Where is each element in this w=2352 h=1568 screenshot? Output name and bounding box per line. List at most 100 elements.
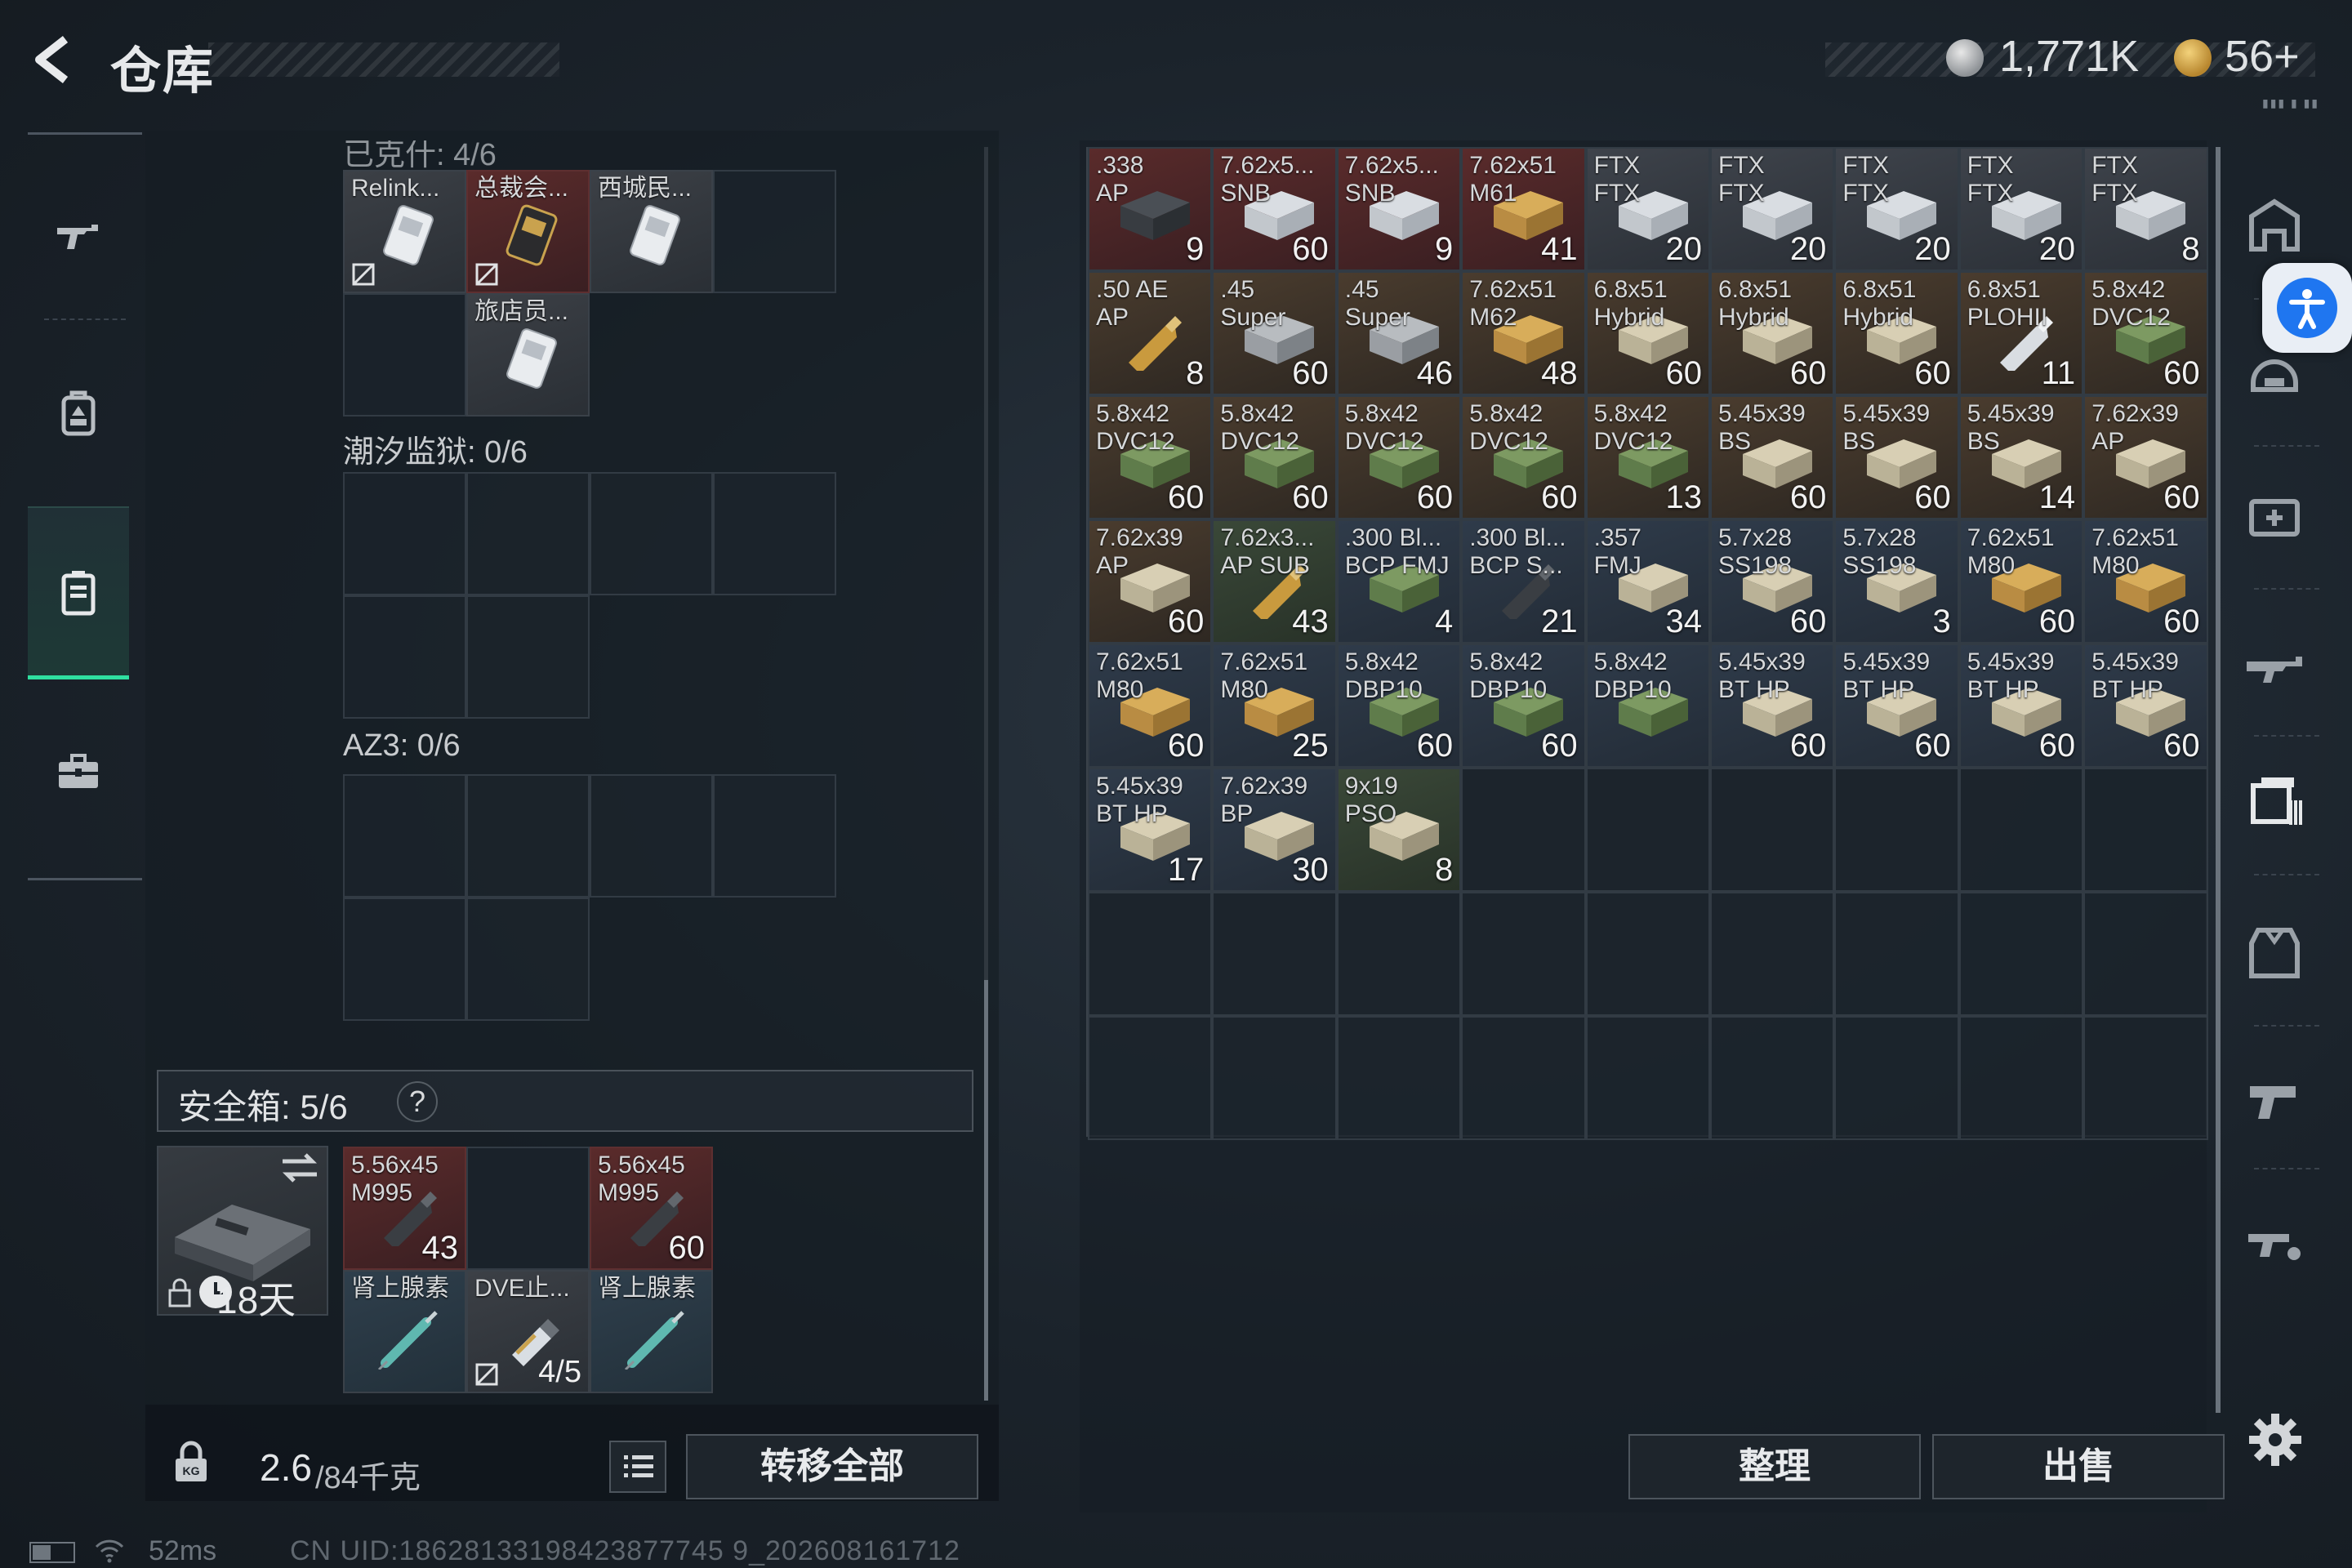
empty-slot[interactable] [1336, 1016, 1462, 1140]
empty-slot[interactable] [590, 774, 713, 898]
stash-item[interactable]: FTX FTX 20 [1834, 147, 1959, 271]
empty-slot[interactable] [466, 898, 590, 1021]
empty-slot[interactable] [1834, 1016, 1959, 1140]
empty-slot[interactable] [1212, 1016, 1337, 1140]
stash-item[interactable]: .300 Bl... BCP S... 21 [1461, 519, 1586, 644]
empty-slot[interactable] [466, 472, 590, 595]
sell-button[interactable]: 出售 [1932, 1434, 2225, 1499]
safe-box-item[interactable]: 5.56x45 M995 43 [343, 1147, 466, 1270]
stash-item[interactable]: 7.62x39 BP 30 [1212, 768, 1337, 892]
stash-item[interactable]: 5.8x42 DBP10 [1585, 644, 1710, 768]
safe-box-item[interactable]: 肾上腺素 [590, 1270, 713, 1393]
stash-item[interactable]: 6.8x51 Hybrid 60 [1710, 271, 1835, 395]
empty-slot[interactable] [1336, 892, 1462, 1016]
empty-slot[interactable] [343, 472, 466, 595]
ammo-icon[interactable] [2230, 739, 2319, 862]
stash-item[interactable]: .45 Super 46 [1336, 271, 1462, 395]
empty-slot[interactable] [1958, 1016, 2084, 1140]
stash-item[interactable]: 5.45x39 BT HP 60 [1958, 644, 2084, 768]
gun-parts-icon[interactable] [2230, 1176, 2319, 1298]
stash-scrollbar[interactable] [2216, 147, 2221, 1413]
stash-item[interactable]: 5.45x39 BT HP 60 [2083, 644, 2208, 768]
empty-slot[interactable] [713, 170, 836, 293]
safe-box-item[interactable]: 肾上腺素 [343, 1270, 466, 1393]
empty-slot[interactable] [1088, 892, 1213, 1016]
stash-item[interactable]: 9x19 PSO 8 [1336, 768, 1462, 892]
stash-item[interactable]: 6.8x51 Hybrid 60 [1585, 271, 1710, 395]
empty-slot[interactable] [1585, 892, 1710, 1016]
back-arrow-icon[interactable] [24, 31, 82, 88]
medkit-icon[interactable] [2230, 453, 2319, 576]
stash-item[interactable]: 6.8x51 PLOHII 11 [1958, 271, 2084, 395]
container-scroll-thumb[interactable] [984, 980, 988, 1401]
empty-slot[interactable] [1710, 1016, 1835, 1140]
stash-item[interactable]: 5.8x42 DVC12 60 [1212, 395, 1337, 519]
empty-slot[interactable] [2083, 1016, 2208, 1140]
empty-slot[interactable] [1834, 768, 1959, 892]
empty-slot[interactable] [1958, 892, 2084, 1016]
weapon-icon[interactable] [28, 151, 129, 314]
backpack-gear-icon[interactable] [28, 331, 129, 494]
empty-slot[interactable] [713, 774, 836, 898]
stash-item[interactable]: 7.62x5... SNB 60 [1212, 147, 1337, 271]
keycard-slot[interactable]: 总裁会... [466, 170, 590, 293]
empty-slot[interactable] [1585, 1016, 1710, 1140]
empty-slot[interactable] [1461, 768, 1586, 892]
empty-slot[interactable] [1958, 768, 2084, 892]
keycard-slot[interactable]: Relink... [343, 170, 466, 293]
stash-item[interactable]: 5.8x42 DVC12 60 [1088, 395, 1213, 519]
stash-item[interactable]: .300 Bl... BCP FMJ 4 [1336, 519, 1462, 644]
empty-slot[interactable] [590, 472, 713, 595]
stash-item[interactable]: 5.45x39 BS 14 [1958, 395, 2084, 519]
empty-slot[interactable] [1461, 1016, 1586, 1140]
stash-item[interactable]: 5.45x39 BS 60 [1710, 395, 1835, 519]
backpack-icon[interactable] [28, 506, 129, 679]
stash-item[interactable]: 5.45x39 BS 60 [1834, 395, 1959, 519]
empty-slot[interactable] [466, 595, 590, 719]
stash-item[interactable]: 5.7x28 SS198 60 [1710, 519, 1835, 644]
stash-item[interactable]: FTX FTX 20 [1958, 147, 2084, 271]
empty-slot[interactable] [2083, 768, 2208, 892]
stash-item[interactable]: 7.62x51 M61 41 [1461, 147, 1586, 271]
stash-item[interactable]: 7.62x51 M80 60 [1088, 644, 1213, 768]
stash-item[interactable]: 7.62x39 AP 60 [1088, 519, 1213, 644]
stash-item[interactable]: 5.8x42 DBP10 60 [1336, 644, 1462, 768]
stash-item[interactable]: 7.62x51 M80 25 [1212, 644, 1337, 768]
empty-slot[interactable] [343, 774, 466, 898]
stash-item[interactable]: 5.8x42 DVC12 60 [1336, 395, 1462, 519]
stash-item[interactable]: .357 FMJ 34 [1585, 519, 1710, 644]
stash-item[interactable]: 5.8x42 DVC12 60 [1461, 395, 1586, 519]
empty-slot[interactable] [1212, 892, 1337, 1016]
empty-slot[interactable] [1710, 768, 1835, 892]
stash-item[interactable]: 5.7x28 SS198 3 [1834, 519, 1959, 644]
empty-slot[interactable] [343, 595, 466, 719]
stash-item[interactable]: 5.8x42 DVC12 60 [2083, 271, 2208, 395]
list-view-button[interactable] [609, 1441, 666, 1493]
stash-item[interactable]: 5.45x39 BT HP 60 [1834, 644, 1959, 768]
rifle-icon[interactable] [2230, 600, 2319, 723]
empty-slot[interactable] [1710, 892, 1835, 1016]
stash-item[interactable]: 7.62x51 M80 60 [2083, 519, 2208, 644]
empty-slot[interactable] [1461, 892, 1586, 1016]
help-icon[interactable]: ? [397, 1081, 438, 1122]
sort-button[interactable]: 整理 [1628, 1434, 1921, 1499]
empty-slot[interactable] [1088, 1016, 1213, 1140]
safe-box-item[interactable]: 5.56x45 M995 60 [590, 1147, 713, 1270]
stash-item[interactable]: 7.62x51 M62 48 [1461, 271, 1586, 395]
empty-slot[interactable] [1585, 768, 1710, 892]
keycard-slot[interactable]: 旅店员... [466, 293, 590, 416]
stash-item[interactable]: 7.62x5... SNB 9 [1336, 147, 1462, 271]
empty-slot[interactable] [466, 1147, 590, 1270]
stash-item[interactable]: 5.8x42 DBP10 60 [1461, 644, 1586, 768]
toolbox-icon[interactable] [28, 690, 129, 853]
stash-item[interactable]: .50 AE AP 8 [1088, 271, 1213, 395]
empty-slot[interactable] [343, 898, 466, 1021]
swap-icon[interactable] [279, 1150, 320, 1186]
stash-item[interactable]: 7.62x3... AP SUB 43 [1212, 519, 1337, 644]
stash-item[interactable]: 7.62x39 AP 60 [2083, 395, 2208, 519]
empty-slot[interactable] [713, 472, 836, 595]
stash-item[interactable]: 5.45x39 BT HP 60 [1710, 644, 1835, 768]
armor-icon[interactable] [2230, 890, 2319, 1013]
stash-item[interactable]: 5.8x42 DVC12 13 [1585, 395, 1710, 519]
stash-item[interactable]: .45 Super 60 [1212, 271, 1337, 395]
